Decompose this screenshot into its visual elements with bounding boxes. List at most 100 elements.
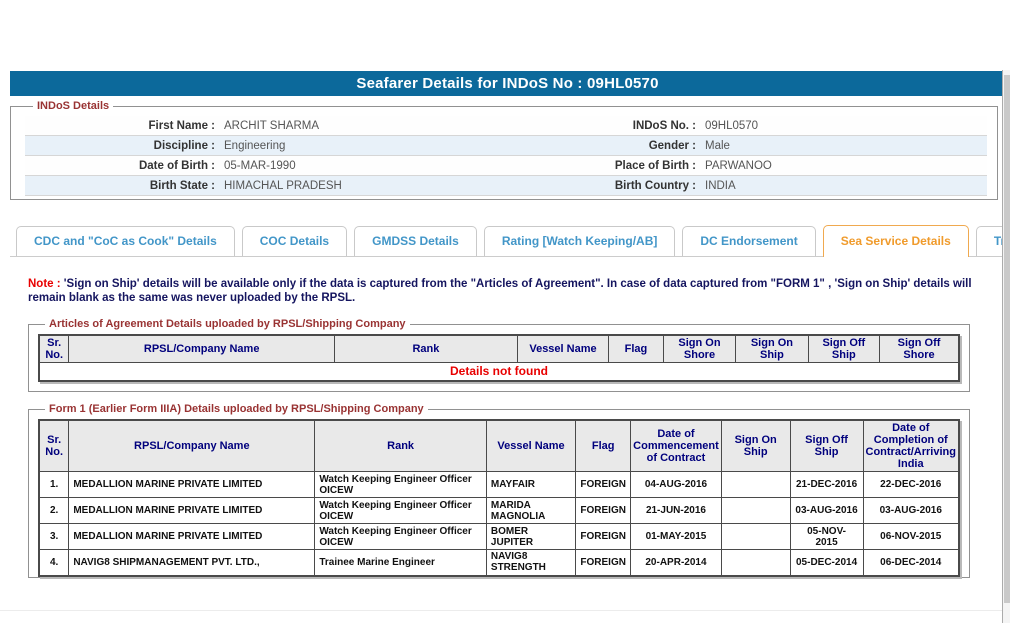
col-flag: Flag [576,420,631,472]
table-cell: FOREIGN [576,498,631,524]
discipline-label: Discipline : [25,140,215,152]
form1-table: Sr. No. RPSL/Company Name Rank Vessel Na… [38,419,960,577]
col-vessel-name: Vessel Name [517,335,608,363]
table-cell: FOREIGN [576,550,631,576]
col-rpsl-company-name: RPSL/Company Name [69,420,315,472]
table-cell: 1. [39,472,69,498]
articles-of-agreement-table: Sr. No. RPSL/Company Name Rank Vessel Na… [38,334,960,382]
table-cell: 21-JUN-2016 [631,498,722,524]
note-text: 'Sign on Ship' details will be available… [28,278,972,304]
col-rpsl-company-name: RPSL/Company Name [69,335,335,363]
col-date-of-completion: Date of Completion of Contract/Arriving … [863,420,959,472]
empty-message-row: Details not found [39,363,959,381]
indos-details-section: INDoS Details First Name : ARCHIT SHARMA… [10,100,998,200]
tab-cdc-coc-as-cook-details[interactable]: CDC and "CoC as Cook" Details [16,226,235,256]
table-cell: NAVIG8 STRENGTH [486,550,575,576]
form1-section: Form 1 (Earlier Form IIIA) Details uploa… [28,403,970,578]
tab-coc-details[interactable]: COC Details [242,226,347,256]
table-cell: 01-MAY-2015 [631,524,722,550]
date-of-birth-label: Date of Birth : [25,160,215,172]
tab-rating-watch-keeping-ab[interactable]: Rating [Watch Keeping/AB] [484,226,676,256]
first-name-label: First Name : [25,120,215,132]
indos-details-legend: INDoS Details [33,100,113,112]
table-cell: Watch Keeping Engineer Officer OICEW [315,524,487,550]
table-header-row: Sr. No. RPSL/Company Name Rank Vessel Na… [39,420,959,472]
table-row: 1.MEDALLION MARINE PRIVATE LIMITEDWatch … [39,472,959,498]
tab-bar: CDC and "CoC as Cook" Details COC Detail… [10,226,1002,257]
note-prefix: Note : [28,278,61,290]
table-cell: FOREIGN [576,472,631,498]
table-cell: 06-DEC-2014 [863,550,959,576]
place-of-birth-value: PARWANOO [696,160,772,172]
table-cell: 20-APR-2014 [631,550,722,576]
table-cell: 03-AUG-2016 [863,498,959,524]
detail-row: Birth State : HIMACHAL PRADESH Birth Cou… [25,176,987,196]
col-rank: Rank [334,335,517,363]
col-sign-off-ship: Sign Off Ship [808,335,879,363]
col-flag: Flag [609,335,664,363]
tab-gmdss-details[interactable]: GMDSS Details [354,226,477,256]
table-cell [721,472,790,498]
table-cell: Watch Keeping Engineer Officer OICEW [315,498,487,524]
table-cell: 22-DEC-2016 [863,472,959,498]
col-sign-on-shore: Sign On Shore [663,335,735,363]
place-of-birth-label: Place of Birth : [506,160,696,172]
indos-no-label: INDoS No. : [506,120,696,132]
col-date-of-commencement: Date of Commencement of Contract [631,420,722,472]
detail-row: Discipline : Engineering Gender : Male [25,136,987,156]
date-of-birth-value: 05-MAR-1990 [215,160,296,172]
col-sr-no: Sr. No. [39,420,69,472]
first-name-value: ARCHIT SHARMA [215,120,319,132]
table-cell: MEDALLION MARINE PRIVATE LIMITED [69,498,315,524]
birth-state-value: HIMACHAL PRADESH [215,180,342,192]
table-cell [721,524,790,550]
col-sign-off-ship: Sign Off Ship [790,420,863,472]
table-cell: 03-AUG-2016 [790,498,863,524]
vertical-scrollbar[interactable] [1002,70,1010,623]
table-cell: FOREIGN [576,524,631,550]
detail-row: Date of Birth : 05-MAR-1990 Place of Bir… [25,156,987,176]
table-cell: NAVIG8 SHIPMANAGEMENT PVT. LTD., [69,550,315,576]
detail-row: First Name : ARCHIT SHARMA INDoS No. : 0… [25,116,987,136]
table-cell: Trainee Marine Engineer [315,550,487,576]
table-row: 4.NAVIG8 SHIPMANAGEMENT PVT. LTD.,Traine… [39,550,959,576]
articles-of-agreement-legend: Articles of Agreement Details uploaded b… [45,318,410,330]
table-cell: MAYFAIR [486,472,575,498]
discipline-value: Engineering [215,140,285,152]
table-header-row: Sr. No. RPSL/Company Name Rank Vessel Na… [39,335,959,363]
col-sr-no: Sr. No. [39,335,69,363]
birth-country-label: Birth Country : [506,180,696,192]
birth-state-label: Birth State : [25,180,215,192]
col-sign-on-ship: Sign On Ship [721,420,790,472]
table-cell: 04-AUG-2016 [631,472,722,498]
page-title: Seafarer Details for INDoS No : 09HL0570 [10,71,1005,96]
table-cell [721,550,790,576]
table-cell: 21-DEC-2016 [790,472,863,498]
articles-of-agreement-section: Articles of Agreement Details uploaded b… [28,318,970,392]
gender-value: Male [696,140,730,152]
gender-label: Gender : [506,140,696,152]
form1-legend: Form 1 (Earlier Form IIIA) Details uploa… [45,403,428,415]
page-bottom-divider [0,610,1002,611]
col-sign-on-ship: Sign On Ship [736,335,808,363]
table-cell: 2. [39,498,69,524]
table-cell: 4. [39,550,69,576]
table-cell [721,498,790,524]
tab-dc-endorsement[interactable]: DC Endorsement [682,226,815,256]
indos-no-value: 09HL0570 [696,120,758,132]
table-cell: MEDALLION MARINE PRIVATE LIMITED [69,472,315,498]
table-cell: BOMER JUPITER [486,524,575,550]
table-row: 3.MEDALLION MARINE PRIVATE LIMITEDWatch … [39,524,959,550]
col-sign-off-shore: Sign Off Shore [880,335,959,363]
table-cell: 06-NOV-2015 [863,524,959,550]
form1-table-body: 1.MEDALLION MARINE PRIVATE LIMITEDWatch … [39,472,959,576]
tab-sea-service-details[interactable]: Sea Service Details [823,225,969,257]
table-cell: 05-NOV- 2015 [790,524,863,550]
col-rank: Rank [315,420,487,472]
birth-country-value: INDIA [696,180,736,192]
table-cell: MARIDA MAGNOLIA [486,498,575,524]
col-vessel-name: Vessel Name [486,420,575,472]
table-cell: Watch Keeping Engineer Officer OICEW [315,472,487,498]
scrollbar-thumb[interactable] [1004,75,1010,603]
table-cell: MEDALLION MARINE PRIVATE LIMITED [69,524,315,550]
